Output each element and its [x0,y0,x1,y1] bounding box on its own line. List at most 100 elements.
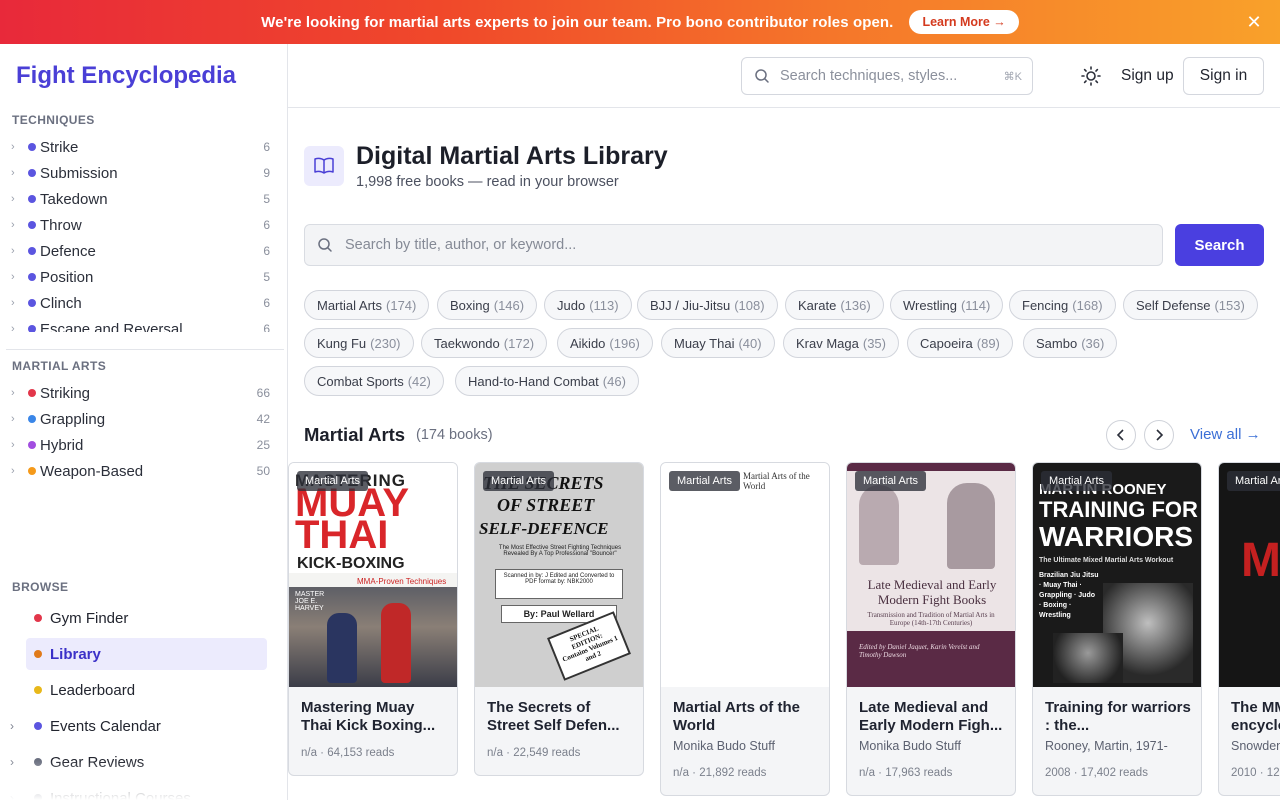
sidebar-item-defence[interactable]: › Defence 6 [0,238,287,264]
chip-kung-fu[interactable]: Kung Fu (230) [304,328,414,358]
chevron-right-icon[interactable]: › [11,465,21,477]
sun-icon[interactable] [1080,65,1102,87]
chip-self-defense[interactable]: Self Defense (153) [1123,290,1258,320]
chip-count: (136) [840,297,871,313]
book-card[interactable]: THE SECRETS OF STREET SELF-DEFENCE The M… [474,462,644,776]
sidebar-item-count: 6 [263,218,270,232]
chevron-right-icon[interactable]: › [11,439,21,451]
sidebar-item-label: Throw [40,216,82,234]
chevron-right-icon[interactable]: › [11,297,21,309]
color-dot [28,467,36,475]
sidebar-item-takedown[interactable]: › Takedown 5 [0,186,287,212]
chip-label: Taekwondo [434,335,500,351]
book-meta: n/a · 64,153 reads [301,747,395,759]
chevron-left-icon [1116,429,1124,441]
nav-label: Library [50,645,101,663]
library-search-input[interactable]: Search by title, author, or keyword... [304,224,1163,266]
cover-text: Scanned in by: J Edited and Converted to… [495,569,623,599]
chevron-right-icon[interactable]: › [10,719,14,733]
chip-wrestling[interactable]: Wrestling (114) [890,290,1004,320]
chip-krav-maga[interactable]: Krav Maga (35) [783,328,899,358]
chevron-right-icon[interactable]: › [11,413,21,425]
book-card[interactable]: MARTIN ROONEY TRAINING FOR WARRIORS The … [1032,462,1202,796]
chip-label: Wrestling [903,297,957,313]
nav-gym-finder[interactable]: Gym Finder [26,602,267,634]
chevron-right-icon[interactable]: › [11,141,21,153]
sidebar-item-label: Takedown [40,190,108,208]
chip-judo[interactable]: Judo (113) [544,290,632,320]
chip-capoeira[interactable]: Capoeira (89) [907,328,1013,358]
chip-aikido[interactable]: Aikido (196) [557,328,653,358]
sidebar-item-striking[interactable]: › Striking 66 [0,380,287,406]
chip-karate[interactable]: Karate (136) [785,290,884,320]
cover-text: Late Medieval and Early Modern Fight Boo… [867,577,997,607]
chevron-right-icon[interactable]: › [11,219,21,231]
chevron-right-icon[interactable]: › [11,167,21,179]
chip-taekwondo[interactable]: Taekwondo (172) [421,328,548,358]
book-tag: Martial Arts [297,471,369,491]
sidebar-item-strike[interactable]: › Strike 6 [0,134,287,160]
chevron-right-icon[interactable]: › [11,271,21,283]
chevron-right-icon[interactable]: › [11,323,21,332]
chip-fencing[interactable]: Fencing (168) [1009,290,1116,320]
book-tag: Martial Arts [855,471,927,491]
book-card[interactable]: MASTERING MUAY THAI KICK-BOXING MMA-Prov… [288,462,458,776]
view-all-link[interactable]: View all → [1190,426,1261,443]
chip-combat-sports[interactable]: Combat Sports (42) [304,366,444,396]
book-card[interactable]: M Martial Arts The MMA encyclopedia Snow… [1218,462,1280,796]
book-card[interactable]: Martial Arts of the World Martial Arts M… [660,462,830,796]
sign-in-button[interactable]: Sign in [1183,57,1264,95]
search-shortcut-hint: ⌘K [1003,71,1022,83]
cover-text: SELF-DEFENCE [479,519,609,538]
nav-library[interactable]: Library [26,638,267,670]
chip-muay-thai[interactable]: Muay Thai (40) [661,328,775,358]
chevron-right-icon[interactable]: › [11,387,21,399]
book-meta: n/a · 17,963 reads [859,767,953,779]
techniques-section-title: TECHNIQUES [12,113,95,127]
next-button[interactable] [1144,420,1174,450]
book-title: Late Medieval and Early Modern Figh... [859,699,1003,734]
chip-count: (172) [503,335,535,351]
sidebar-item-position[interactable]: › Position 5 [0,264,287,290]
global-search-placeholder: Search techniques, styles... [780,68,958,84]
chip-hand-to-hand-combat[interactable]: Hand-to-Hand Combat (46) [455,366,639,396]
cover-text: Edited by Daniel Jaquet, Karin Verelst a… [859,643,980,659]
search-button[interactable]: Search [1175,224,1264,266]
nav-label: Events Calendar [50,717,161,735]
chip-count: (40) [738,335,762,351]
row-count: (174 books) [416,427,493,443]
cover-text: KICK-BOXING [297,555,405,572]
learn-more-button[interactable]: Learn More → [909,10,1019,34]
chip-label: Fencing [1022,297,1069,313]
color-dot [28,441,36,449]
sidebar-item-clinch[interactable]: › Clinch 6 [0,290,287,316]
sidebar-item-weapon-based[interactable]: › Weapon-Based 50 [0,458,287,484]
prev-button[interactable] [1106,420,1136,450]
close-icon[interactable]: ✕ [1244,12,1264,32]
chip-sambo[interactable]: Sambo (36) [1023,328,1118,358]
chip-label: Capoeira [920,335,973,351]
sidebar-item-label: Strike [40,138,79,156]
chip-bjj-jiu-jitsu[interactable]: BJJ / Jiu-Jitsu (108) [637,290,778,320]
chip-martial-arts[interactable]: Martial Arts (174) [304,290,430,320]
book-card[interactable]: Late Medieval and Early Modern Fight Boo… [846,462,1016,796]
techniques-list: › Strike 6 › Submission 9 › Takedown 5 › Throw 6 › De… [0,134,287,332]
sidebar-item-hybrid[interactable]: › Hybrid 25 [0,432,287,458]
sidebar-item-throw[interactable]: › Throw 6 [0,212,287,238]
color-dot [28,389,36,397]
sidebar-item-grappling[interactable]: › Grappling 42 [0,406,287,432]
nav-leaderboard[interactable]: Leaderboard [26,674,267,706]
chip-label: Judo [557,297,586,313]
sidebar-item-submission[interactable]: › Submission 9 [0,160,287,186]
chevron-right-icon[interactable]: › [11,245,21,257]
sidebar-item-escape-and-reversal[interactable]: › Escape and Reversal 6 [0,316,287,332]
nav-events-calendar[interactable]: › Events Calendar [10,710,267,742]
brand-logo[interactable]: Fight Encyclopedia [16,62,236,90]
cover-text: Transmission and Tradition of Martial Ar… [867,611,995,627]
global-search-input[interactable]: Search techniques, styles... ⌘K [741,57,1033,95]
sign-up-link[interactable]: Sign up [1121,67,1174,85]
cover-text: WARRIORS [1039,521,1193,552]
chip-boxing[interactable]: Boxing (146) [437,290,538,320]
chevron-right-icon[interactable]: › [11,193,21,205]
book-cover: MASTERING MUAY THAI KICK-BOXING MMA-Prov… [289,463,457,687]
